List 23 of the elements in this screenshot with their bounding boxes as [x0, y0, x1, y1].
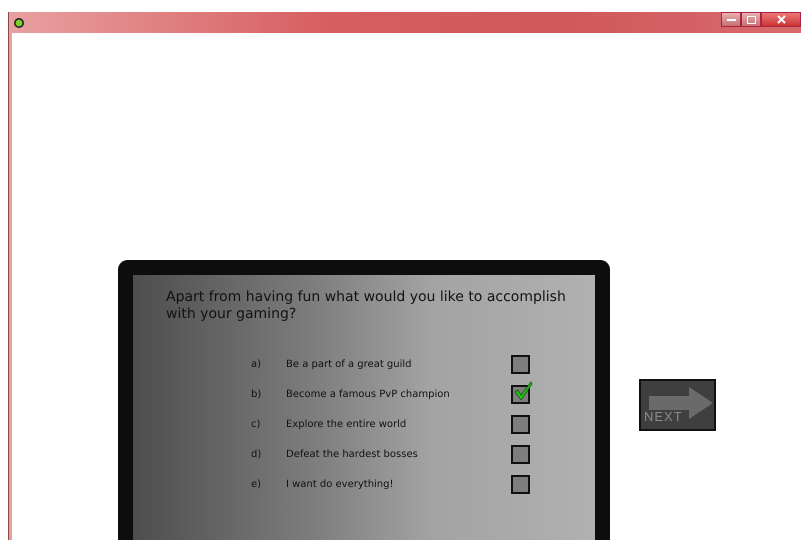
minimize-button[interactable] [721, 12, 741, 27]
checkbox[interactable] [511, 414, 530, 434]
option-letter: c) [251, 418, 262, 430]
question-text: Apart from having fun what would you like to accomplish with your gaming? [166, 289, 566, 323]
option-label: Become a famous PvP champion [286, 388, 451, 400]
maximize-button[interactable] [741, 12, 761, 27]
close-button[interactable] [761, 12, 801, 27]
option-letter: a) [251, 358, 262, 370]
option-label: Be a part of a great guild [286, 358, 413, 370]
checkbox[interactable] [511, 444, 530, 464]
checkbox[interactable] [511, 474, 530, 494]
close-icon [776, 15, 786, 24]
option-letter: e) [251, 478, 262, 490]
minimize-icon [726, 18, 736, 22]
maximize-icon [746, 16, 756, 24]
option-letter: d) [251, 448, 262, 460]
option-label: Defeat the hardest bosses [286, 448, 419, 460]
checkmark-icon [513, 380, 533, 400]
checkbox[interactable] [511, 354, 530, 374]
option-label: Explore the entire world [286, 418, 408, 430]
option-label: I want do everything! [286, 478, 394, 490]
next-button[interactable]: NEXT [639, 379, 716, 431]
option-letter: b) [251, 388, 262, 400]
